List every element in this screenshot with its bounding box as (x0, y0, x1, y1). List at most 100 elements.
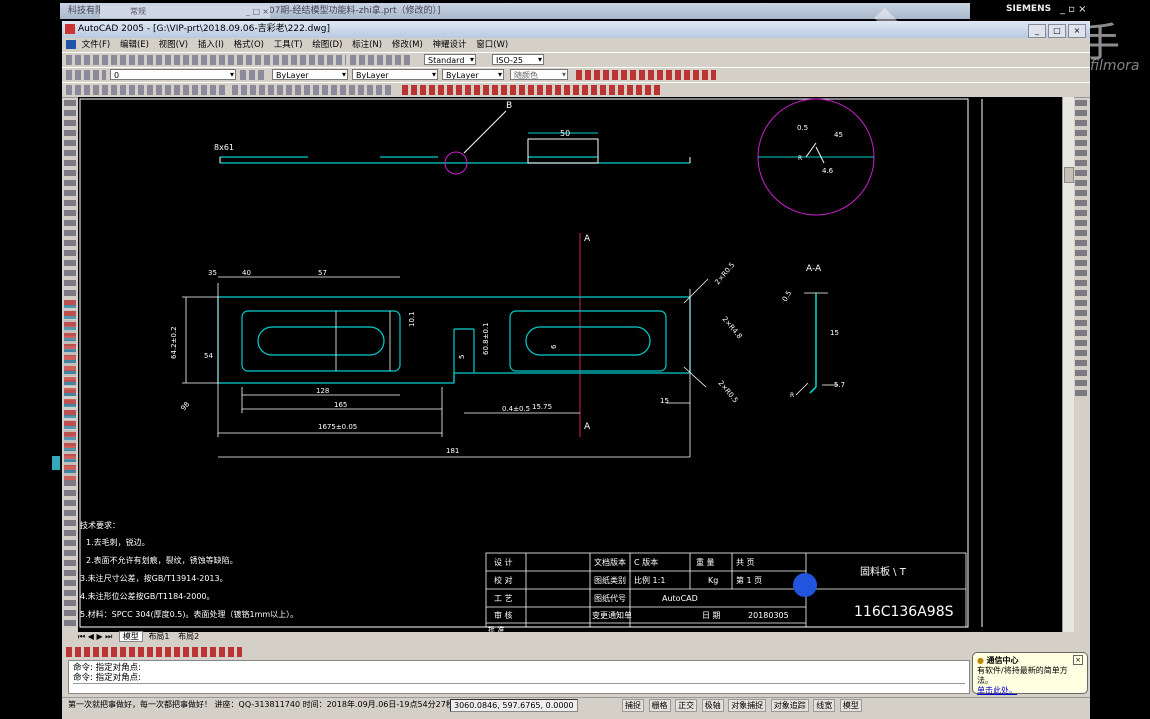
document-icon[interactable] (66, 40, 76, 49)
tb-r3c2: 变更通知单 (592, 610, 632, 620)
inquiry-tool-icons[interactable] (232, 85, 392, 95)
layer-select[interactable]: 0 (110, 69, 236, 80)
layer-state-icons[interactable] (66, 70, 106, 80)
tb-r4c0: 批 准 (488, 625, 504, 632)
lineweight-toggle[interactable]: 线宽 (813, 699, 836, 712)
command-window[interactable]: 命令: 指定对角点: 命令: 指定对角点: (68, 660, 970, 694)
draw-tool-icons[interactable] (66, 85, 226, 95)
menu-dimension[interactable]: 标注(N) (352, 40, 382, 50)
dim-6: 6 (550, 344, 558, 349)
note-0: 技术要求： (80, 520, 120, 530)
notification-link[interactable]: 单击此处。 (977, 686, 1017, 695)
notification-title: 通信中心 (986, 656, 1019, 665)
menu-edit[interactable]: 编辑(E) (120, 40, 149, 50)
section-label-top: A (584, 234, 591, 244)
note-2: 2.表面不允许有划痕，裂纹，锈蚀等缺陷。 (86, 555, 238, 565)
dim-40: 40 (242, 269, 251, 277)
minimize-icon[interactable]: _ (246, 5, 250, 18)
autocad-icon (65, 24, 75, 34)
draw-toolbar (62, 82, 1090, 98)
app-title: AutoCAD 2005 - [G:\VIP-prt\2018.09.06-吉彩… (78, 24, 330, 34)
dim-15: 15 (660, 397, 669, 405)
section-label-bottom: A (584, 422, 591, 432)
tab-model[interactable]: 模型 (118, 631, 143, 642)
status-toggle-group: 捕捉 栅格 正交 极轴 对象捕捉 对象追踪 线宽 模型 (622, 699, 864, 713)
polar-toggle[interactable]: 极轴 (701, 699, 724, 712)
bottom-toolbar (62, 645, 262, 658)
background-small-window-title: 常规 (130, 7, 146, 16)
tb-r3c3: 日 期 (702, 611, 721, 620)
properties-toolbar-icons[interactable] (350, 55, 410, 65)
tb-r1c4: Kg (708, 576, 718, 585)
drawing-canvas[interactable]: 8x61 50 B 0.5 45 4.6 R A A A-A 35 40 57 … (78, 97, 1062, 634)
notification-body: 有软件/将持最新的简单方法。 (977, 666, 1068, 685)
tab-nav-icons[interactable]: ⏮ ◀ ▶ ⏭ (78, 632, 112, 641)
horizontal-scrollbar[interactable] (78, 632, 1062, 642)
detail-dim-3: R (798, 155, 802, 162)
model-toggle[interactable]: 模型 (839, 699, 862, 712)
drawing-border (79, 98, 969, 628)
snap-toggle[interactable]: 捕捉 (622, 699, 644, 712)
menu-insert[interactable]: 插入(I) (198, 40, 224, 50)
status-coordinates: 3060.0846, 597.6765, 0.0000 (450, 699, 578, 712)
dim-128: 128 (316, 387, 329, 395)
menu-tools[interactable]: 工具(T) (274, 40, 303, 50)
notification-close-icon[interactable]: × (1073, 655, 1083, 665)
linetype-select[interactable]: ByLayer (352, 69, 438, 80)
layout-tabs: ⏮ ◀ ▶ ⏭ 模型 布局1 布局2 (78, 631, 202, 642)
osnap-toggle[interactable]: 对象捕捉 (728, 699, 767, 712)
bottom-toolbar-icons[interactable] (66, 647, 242, 657)
tb-r2c0: 工 艺 (494, 594, 513, 603)
dim-60: 60.8±0.1 (482, 322, 490, 355)
minimize-button[interactable]: _ (1028, 24, 1046, 38)
otrack-toggle[interactable]: 对象追踪 (770, 699, 809, 712)
menu-draw[interactable]: 绘图(D) (312, 40, 342, 50)
plotstyle-select[interactable]: 随颜色 (510, 69, 568, 80)
section-view-title: A-A (806, 264, 822, 274)
dim-h5: 5 (458, 355, 466, 359)
command-input[interactable] (73, 683, 965, 694)
title-block-text: 设 计 文档版本 C 版本 重 量 共 页 校 对 图纸类别 比例 1:1 Kg… (488, 557, 954, 634)
menu-view[interactable]: 视图(V) (159, 40, 188, 50)
grid-toggle[interactable]: 栅格 (648, 699, 671, 712)
layer-tool-icons[interactable] (240, 70, 266, 80)
ortho-toggle[interactable]: 正交 (675, 699, 698, 712)
dim-04: 0.4±0.5 (502, 405, 530, 413)
text-style-select[interactable]: Standard (424, 54, 476, 65)
tb-r0c0: 设 计 (494, 557, 513, 567)
modify-toolbar-icons[interactable] (576, 70, 716, 80)
app-titlebar[interactable]: AutoCAD 2005 - [G:\VIP-prt\2018.09.06-吉彩… (62, 21, 1090, 38)
tb-r1c0: 校 对 (494, 575, 513, 585)
dim-54: 54 (204, 352, 213, 360)
tb-r0c5: 共 页 (736, 558, 755, 567)
desktop-side-tab[interactable] (52, 456, 60, 470)
command-line-2: 命令: 指定对角点: (73, 673, 141, 683)
top-dim-left: 8x61 (214, 143, 234, 152)
menu-format[interactable]: 格式(O) (234, 40, 264, 50)
standard-toolbar-icons[interactable] (66, 55, 346, 65)
close-button[interactable]: × (1068, 24, 1086, 38)
menu-design[interactable]: 神耀设计 (432, 40, 466, 50)
close-icon[interactable]: × (262, 5, 269, 18)
left-modify-toolbar[interactable] (64, 300, 76, 480)
tab-layout2[interactable]: 布局2 (175, 632, 202, 641)
lineweight-select[interactable]: ByLayer (442, 69, 504, 80)
detail-label: B (506, 101, 512, 111)
maximize-button[interactable]: □ (1048, 24, 1066, 38)
scroll-thumb[interactable] (1064, 167, 1074, 183)
dimension-tool-icons[interactable] (402, 85, 662, 95)
tb-r1c5: 第 1 页 (736, 575, 762, 585)
background-small-window[interactable]: 常规 _ □ × (100, 5, 270, 18)
right-toolbar[interactable] (1075, 100, 1087, 400)
dim-style-select[interactable]: ISO-25 (492, 54, 544, 65)
vertical-scrollbar[interactable] (1062, 97, 1074, 632)
tab-layout1[interactable]: 布局1 (145, 632, 172, 641)
dim-right-2: 2×R4.8 (720, 315, 743, 340)
menu-file[interactable]: 文件(F) (82, 40, 111, 50)
notification-bubble[interactable]: ● 通信中心 × 有软件/将持最新的简单方法。 单击此处。 (972, 652, 1088, 695)
menu-window[interactable]: 窗口(W) (476, 40, 508, 50)
restore-icon[interactable]: □ (252, 5, 260, 18)
menu-modify[interactable]: 修改(M) (392, 40, 423, 50)
drawing-svg: 8x61 50 B 0.5 45 4.6 R A A A-A 35 40 57 … (79, 98, 983, 634)
color-select[interactable]: ByLayer (272, 69, 348, 80)
